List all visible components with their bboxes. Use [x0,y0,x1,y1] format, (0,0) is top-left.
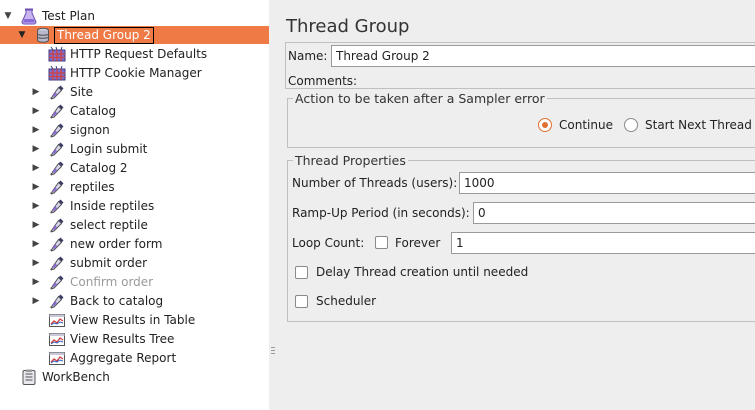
delay-thread-label[interactable]: Delay Thread creation until needed [316,265,528,279]
sampler-dropper-icon [48,255,66,272]
sampler-dropper-icon [48,103,66,120]
tree-node-label: View Results Tree [70,332,175,346]
forever-checkbox[interactable] [375,236,388,249]
start-next-thread-label[interactable]: Start Next Thread [645,118,752,132]
sampler-dropper-icon [48,274,66,291]
config-element-icon [48,65,66,82]
sampler-dropper-icon [48,293,66,310]
tree-node-label: Login submit [70,142,148,156]
tree-node-label: Site [70,85,94,99]
tree-node-label: Aggregate Report [70,351,177,365]
start-next-thread-radio[interactable] [624,118,638,132]
sampler-error-legend: Action to be taken after a Sampler error [293,91,547,106]
expand-toggle-icon[interactable]: ▶ [31,254,41,273]
sampler-dropper-icon [48,84,66,101]
tree-node-label: reptiles [70,180,115,194]
tree-node-label: select reptile [70,218,148,232]
tree-node-label: Thread Group 2 [54,27,154,44]
collapse-toggle-icon[interactable]: ▼ [3,7,13,26]
expand-toggle-icon[interactable]: ▶ [31,121,41,140]
expand-toggle-icon[interactable]: ▶ [31,216,41,235]
continue-radio[interactable] [538,118,552,132]
scheduler-label[interactable]: Scheduler [316,294,376,308]
sampler-dropper-icon [48,198,66,215]
name-input[interactable]: Thread Group 2 [331,45,755,67]
panel-title: Thread Group [286,16,410,37]
continue-label[interactable]: Continue [559,118,613,132]
name-label: Name: [288,49,328,63]
test-plan-tree[interactable]: ▼ Test Plan ▼ Thread Group 2 HTTP Reques… [0,0,270,410]
tree-node-label: submit order [70,256,148,270]
loop-count-input[interactable]: 1 [451,232,755,254]
loop-count-label: Loop Count: [292,236,365,250]
tree-node-label: Inside reptiles [70,199,155,213]
comments-label: Comments: [288,74,358,88]
tree-node-label: Catalog [70,104,117,118]
thread-group-icon [34,27,52,44]
config-element-icon [48,46,66,63]
tree-node-label: Test Plan [42,9,95,23]
expand-toggle-icon[interactable]: ▶ [31,140,41,159]
listener-chart-icon [48,331,66,348]
expand-toggle-icon[interactable]: ▶ [31,235,41,254]
split-pane-divider[interactable] [269,0,277,410]
tree-node-label: HTTP Request Defaults [70,47,208,61]
sampler-dropper-icon [48,122,66,139]
expand-toggle-icon[interactable]: ▶ [31,159,41,178]
listener-chart-icon [48,350,66,367]
sampler-dropper-icon [48,179,66,196]
workbench-icon [20,369,38,386]
rampup-input[interactable]: 0 [473,202,755,224]
expand-toggle-icon[interactable]: ▶ [31,273,41,292]
tree-node-label: WorkBench [42,370,110,384]
expand-toggle-icon[interactable]: ▶ [31,197,41,216]
expand-toggle-icon[interactable]: ▶ [31,102,41,121]
scheduler-checkbox[interactable] [295,295,308,308]
sampler-dropper-icon [48,160,66,177]
tree-node-label: Confirm order [70,275,154,289]
threads-input[interactable]: 1000 [459,172,755,194]
delay-thread-checkbox[interactable] [295,266,308,279]
expand-toggle-icon[interactable]: ▶ [31,178,41,197]
tree-node-label: View Results in Table [70,313,196,327]
sampler-dropper-icon [48,236,66,253]
expand-toggle-icon[interactable]: ▶ [31,292,41,311]
collapse-toggle-icon[interactable]: ▼ [17,26,27,45]
tree-node-label: new order form [70,237,163,251]
sampler-dropper-icon [48,141,66,158]
thread-group-panel: Thread Group Name: Thread Group 2 Commen… [277,0,755,410]
tree-node-label: Catalog 2 [70,161,128,175]
sampler-dropper-icon [48,217,66,234]
thread-properties-legend: Thread Properties [293,153,408,168]
threads-label: Number of Threads (users): [292,176,458,190]
tree-node-label: HTTP Cookie Manager [70,66,202,80]
tree-node-label: signon [70,123,110,137]
listener-chart-icon [48,312,66,329]
rampup-label: Ramp-Up Period (in seconds): [292,206,470,220]
tree-node-label: Back to catalog [70,294,164,308]
test-plan-icon [20,8,38,25]
expand-toggle-icon[interactable]: ▶ [31,83,41,102]
forever-label[interactable]: Forever [395,236,440,250]
